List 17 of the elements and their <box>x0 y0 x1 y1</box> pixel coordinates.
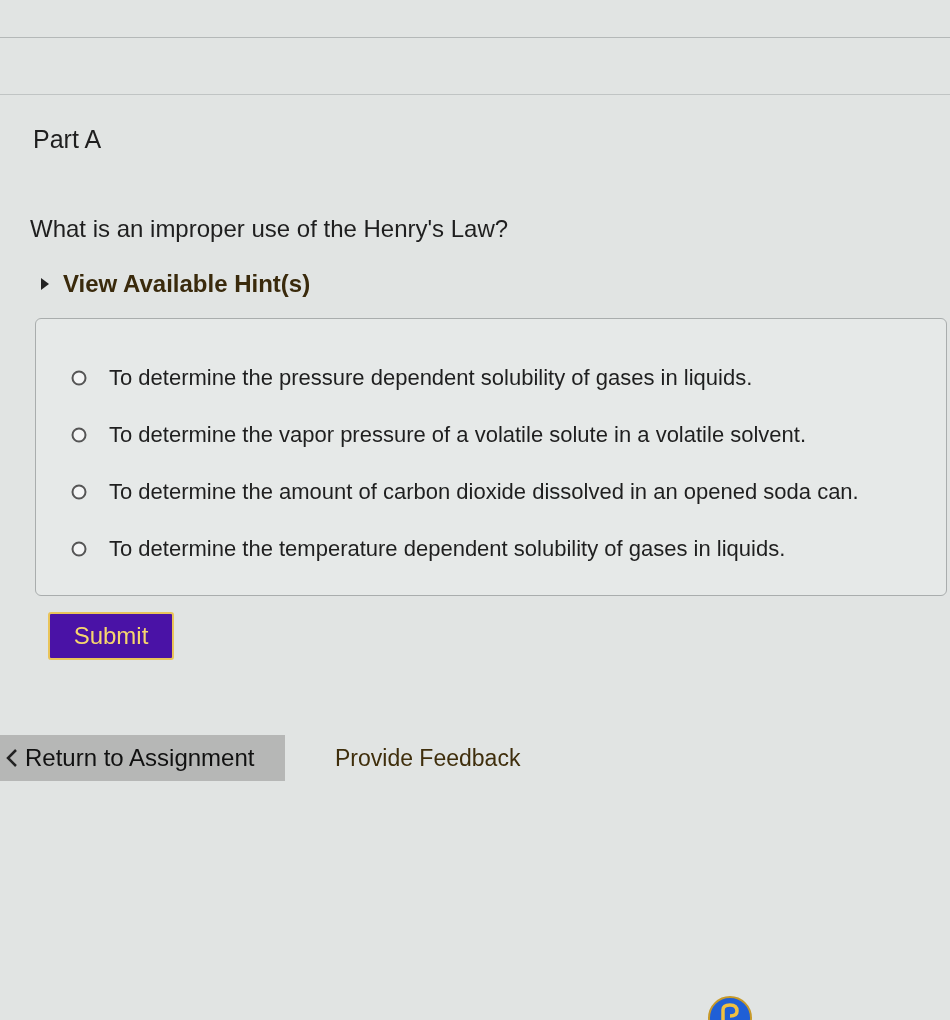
submit-button[interactable]: Submit <box>48 612 174 660</box>
option-text: To determine the amount of carbon dioxide dissolved in an opened soda can. <box>109 478 859 506</box>
radio-button[interactable] <box>71 370 87 386</box>
part-title: Part A <box>33 124 102 154</box>
triangle-icon <box>41 278 49 290</box>
option-text: To determine the pressure dependent solubility of gases in liquids. <box>109 364 753 392</box>
provide-feedback-link[interactable]: Provide Feedback <box>335 740 521 776</box>
logo-icon <box>708 996 752 1020</box>
radio-button[interactable] <box>71 541 87 557</box>
question-text: What is an improper use of the Henry's Law? <box>30 214 509 244</box>
hint-toggle[interactable]: View Available Hint(s) <box>41 270 311 298</box>
chevron-left-icon <box>6 749 18 767</box>
option-text: To determine the temperature dependent solubility of gases in liquids. <box>109 535 786 563</box>
return-to-assignment-button[interactable]: Return to Assignment <box>0 735 285 781</box>
radio-button[interactable] <box>71 427 87 443</box>
radio-button[interactable] <box>71 484 87 500</box>
option-text: To determine the vapor pressure of a volatile solute in a volatile solvent. <box>109 421 807 449</box>
